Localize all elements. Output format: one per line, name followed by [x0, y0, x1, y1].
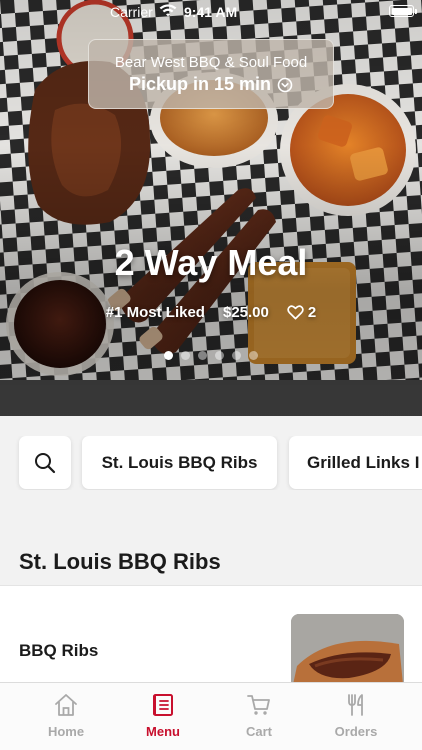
carrier-label: Carrier	[110, 4, 153, 20]
category-chip[interactable]: Grilled Links I	[289, 436, 422, 489]
like-count: 2	[307, 304, 317, 321]
battery-tip	[415, 9, 417, 14]
category-bar: St. Louis BBQ Ribs Grilled Links I	[0, 436, 422, 490]
carousel-dot[interactable]	[215, 351, 224, 360]
carousel-dot[interactable]	[232, 351, 241, 360]
featured-hero[interactable]: Carrier 9:41 AM Bear West BBQ & Soul Foo…	[0, 0, 422, 416]
heart-icon	[287, 305, 304, 320]
battery-icon	[389, 5, 414, 17]
pickup-time-label: Pickup in 15 min	[128, 74, 272, 94]
pickup-time-row[interactable]: Pickup in 15 min	[89, 74, 333, 95]
carousel-dot[interactable]	[249, 351, 258, 360]
chevron-down-icon	[277, 77, 293, 92]
clock-time: 9:41 AM	[184, 4, 238, 20]
cart-icon	[247, 695, 270, 715]
tab-home-label: Home	[47, 724, 85, 739]
tab-home[interactable]: Home	[18, 683, 114, 750]
app-screen: Carrier 9:41 AM Bear West BBQ & Soul Foo…	[0, 0, 422, 750]
menu-item-name: BBQ Ribs	[19, 641, 99, 660]
menu-icon	[153, 694, 173, 716]
tab-orders-label: Orders	[334, 724, 378, 739]
like-button[interactable]: 2	[287, 304, 316, 321]
status-bar: Carrier 9:41 AM	[0, 0, 422, 24]
featured-price: $25.00	[222, 304, 269, 321]
carousel-dot[interactable]	[198, 351, 207, 360]
tab-cart[interactable]: Cart	[211, 683, 307, 750]
category-chip[interactable]: St. Louis BBQ Ribs	[82, 436, 277, 489]
search-icon	[35, 452, 56, 473]
wifi-icon	[159, 4, 177, 17]
carousel-pagination[interactable]	[0, 351, 422, 360]
featured-meal-meta: #1 Most Liked $25.00 2	[0, 304, 422, 321]
carousel-dot[interactable]	[181, 351, 190, 360]
pickup-selector[interactable]: Bear West BBQ & Soul Food Pickup in 15 m…	[88, 39, 334, 109]
most-liked-badge: #1 Most Liked	[105, 304, 205, 321]
tab-menu[interactable]: Menu	[115, 683, 211, 750]
restaurant-name: Bear West BBQ & Soul Food	[114, 54, 308, 71]
bottom-tab-bar: Home Menu Cart Orders	[0, 682, 422, 750]
section-heading: St. Louis BBQ Ribs	[19, 549, 221, 574]
featured-meal-title: 2 Way Meal	[114, 242, 308, 283]
carousel-dot[interactable]	[164, 351, 173, 360]
home-icon	[55, 694, 77, 716]
tab-orders[interactable]: Orders	[308, 683, 404, 750]
tab-menu-label: Menu	[146, 724, 180, 739]
tab-cart-label: Cart	[245, 724, 272, 739]
orders-icon	[348, 694, 363, 716]
search-button[interactable]	[19, 436, 71, 489]
